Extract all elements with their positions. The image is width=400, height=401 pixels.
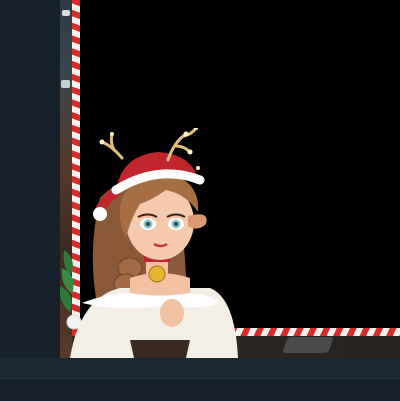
floor-object	[282, 337, 334, 353]
stream-info-bar	[0, 358, 400, 378]
side-panel	[0, 0, 60, 358]
stream-footer-bar	[0, 378, 400, 401]
vtuber-avatar	[60, 128, 250, 358]
bell-icon	[148, 265, 166, 283]
